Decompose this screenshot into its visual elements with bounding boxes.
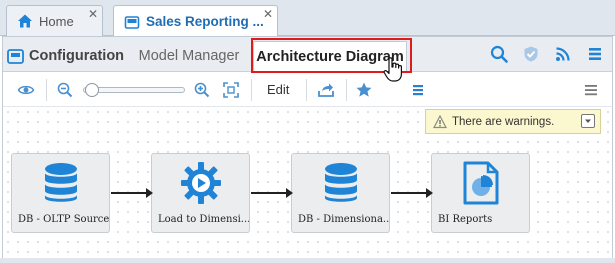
flow-arrow xyxy=(391,188,433,198)
eye-icon[interactable] xyxy=(17,81,35,99)
configuration-icon xyxy=(7,48,24,65)
tab-configuration-label: Configuration xyxy=(29,48,125,64)
toolbar-divider xyxy=(251,79,252,101)
bottom-status-strip xyxy=(0,258,615,263)
tab-sales-reporting[interactable]: Sales Reporting ... ✕ xyxy=(113,5,278,37)
close-tab-home-icon[interactable]: ✕ xyxy=(88,8,98,20)
tab-home-label: Home xyxy=(39,13,74,29)
toolbar-divider xyxy=(346,79,347,101)
warning-dropdown-button[interactable] xyxy=(581,114,595,128)
zoom-out-icon[interactable] xyxy=(56,81,74,99)
tab-home[interactable]: Home ✕ xyxy=(6,5,103,36)
tab-configuration[interactable]: Configuration xyxy=(7,41,124,71)
diagram-node[interactable]: BI Reports xyxy=(431,153,530,233)
diagram-toolbar: Edit xyxy=(3,73,612,107)
menu-icon[interactable] xyxy=(586,45,604,63)
export-icon[interactable] xyxy=(317,81,335,99)
project-panel: Configuration Model Manager Architecture… xyxy=(2,36,613,260)
diagram-node[interactable]: Load to Dimensi... xyxy=(151,153,250,233)
overflow-menu-icon[interactable] xyxy=(582,81,600,99)
database-icon xyxy=(321,161,361,205)
hand-pointer-cursor xyxy=(383,57,405,83)
toolbar-divider xyxy=(46,79,47,101)
diagram-node[interactable]: DB - OLTP Source xyxy=(11,153,110,233)
edit-button[interactable]: Edit xyxy=(267,82,289,97)
node-label: DB - Dimensiona... xyxy=(298,214,389,225)
tab-sales-reporting-label: Sales Reporting ... xyxy=(146,14,264,29)
node-label: Load to Dimensi... xyxy=(158,214,249,225)
rss-icon[interactable] xyxy=(554,45,572,63)
check-shield-icon[interactable] xyxy=(522,45,540,63)
list-icon[interactable] xyxy=(409,81,427,99)
warning-icon xyxy=(433,114,447,129)
close-tab-sales-icon[interactable]: ✕ xyxy=(263,8,273,20)
report-chart-icon xyxy=(461,161,501,205)
star-icon[interactable] xyxy=(355,81,373,99)
header-tools xyxy=(490,45,604,63)
zoom-in-icon[interactable] xyxy=(193,81,211,99)
document-tab-bar: Home ✕ Sales Reporting ... ✕ xyxy=(0,0,615,37)
zoom-slider[interactable] xyxy=(83,83,185,97)
toolbar-divider xyxy=(306,79,307,101)
flow-arrow xyxy=(111,188,153,198)
node-label: DB - OLTP Source xyxy=(18,214,109,225)
search-icon[interactable] xyxy=(490,45,508,63)
database-icon xyxy=(41,161,81,205)
node-label: BI Reports xyxy=(438,214,493,225)
flow-arrow xyxy=(251,188,293,198)
fit-to-screen-icon[interactable] xyxy=(222,81,240,99)
folder-tab-icon xyxy=(124,14,140,30)
tab-model-manager[interactable]: Model Manager xyxy=(131,41,247,71)
diagram-node[interactable]: DB - Dimensiona... xyxy=(291,153,390,233)
etl-gear-icon xyxy=(181,161,221,205)
warning-text: There are warnings. xyxy=(452,115,555,128)
diagram-canvas[interactable]: There are warnings. DB - OLTP Source Loa… xyxy=(3,107,612,259)
home-icon xyxy=(17,13,33,29)
warning-banner: There are warnings. xyxy=(425,109,601,134)
zoom-slider-knob[interactable] xyxy=(85,83,99,97)
sub-navigation: Configuration Model Manager Architecture… xyxy=(3,37,612,73)
